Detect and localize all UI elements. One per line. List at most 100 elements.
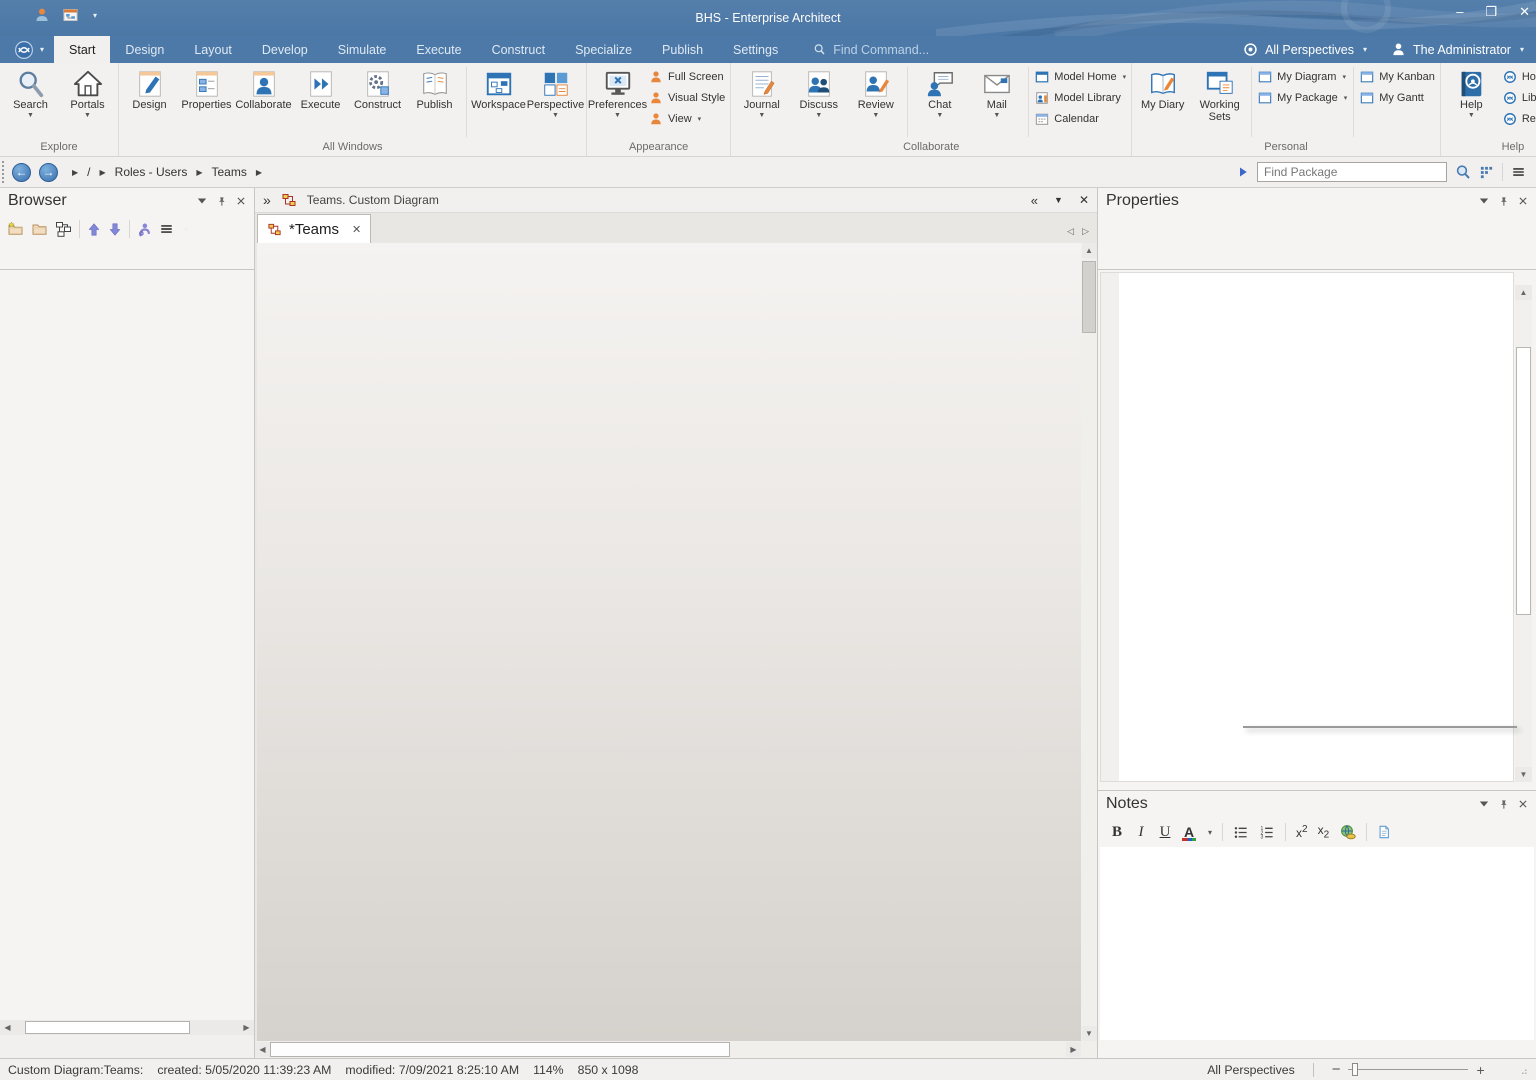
person-search-icon[interactable]	[137, 222, 151, 237]
zoom-slider-track[interactable]	[1348, 1069, 1468, 1070]
ribbon-tab-develop[interactable]: Develop	[247, 36, 323, 63]
ribbon-button-home-page[interactable]: Home Page	[1503, 69, 1536, 85]
ribbon-button-properties[interactable]: Properties	[178, 64, 235, 111]
minimize-button[interactable]: –	[1456, 4, 1463, 20]
properties-pin-icon[interactable]	[1498, 195, 1509, 208]
find-package-input[interactable]	[1257, 162, 1447, 182]
resize-grip[interactable]: ⣠	[1521, 1064, 1528, 1075]
underline-button[interactable]: U	[1158, 824, 1172, 841]
scroll-up-icon[interactable]: ▲	[1082, 243, 1097, 258]
italic-button[interactable]: I	[1134, 824, 1148, 841]
hierarchy-icon[interactable]	[55, 221, 72, 237]
ribbon-button-my-diagram[interactable]: My Diagram▾	[1258, 69, 1347, 85]
ribbon-button-journal[interactable]: Journal▼	[733, 64, 790, 120]
ribbon-button-my-diary[interactable]: My Diary	[1134, 64, 1191, 111]
ribbon-button-search[interactable]: Search▼	[2, 64, 59, 120]
font-color-button[interactable]: A	[1182, 824, 1196, 840]
canvas-hscroll-thumb[interactable]	[270, 1042, 730, 1057]
navbar-menu-icon[interactable]	[1511, 165, 1526, 179]
breadcrumb-teams[interactable]: Teams	[212, 165, 247, 179]
canvas-vscroll-thumb[interactable]	[1082, 261, 1096, 333]
ribbon-button-construct[interactable]: Construct	[349, 64, 406, 111]
ribbon-button-preferences[interactable]: Preferences▼	[589, 64, 646, 120]
folder-new-icon[interactable]	[7, 221, 24, 237]
ribbon-button-publish[interactable]: Publish	[406, 64, 463, 111]
ribbon-button-visual-style[interactable]: Visual Style	[649, 90, 725, 106]
scroll-down-icon[interactable]: ▼	[1515, 767, 1532, 782]
ribbon-tab-layout[interactable]: Layout	[179, 36, 247, 63]
ribbon-button-portals[interactable]: Portals▼	[59, 64, 116, 120]
breadcrumb-item[interactable]: /	[87, 165, 90, 179]
properties-dropdown-icon[interactable]	[1479, 197, 1489, 205]
subscript-button[interactable]: x2	[1318, 823, 1330, 840]
ribbon-button-collaborate[interactable]: Collaborate	[235, 64, 292, 111]
notes-close-icon[interactable]	[1518, 799, 1528, 809]
ea-logo-menu[interactable]: ▾	[0, 36, 54, 63]
ribbon-button-execute[interactable]: Execute	[292, 64, 349, 111]
ribbon-tab-start[interactable]: Start	[54, 36, 110, 63]
ribbon-button-register[interactable]: Register	[1503, 111, 1536, 127]
ribbon-tab-specialize[interactable]: Specialize	[560, 36, 647, 63]
browser-hscroll-track[interactable]	[15, 1020, 239, 1035]
properties-close-icon[interactable]	[1518, 196, 1528, 206]
notes-editor[interactable]	[1100, 847, 1534, 1040]
ribbon-button-design[interactable]: Design	[121, 64, 178, 111]
folder-tb-icon[interactable]	[31, 221, 48, 237]
ribbon-button-model-library[interactable]: Model Library	[1035, 90, 1126, 106]
tab-nav-left-icon[interactable]: ◁	[1067, 226, 1074, 237]
diagram-tab-close-icon[interactable]: ✕	[352, 223, 361, 236]
ribbon-button-mail[interactable]: Mail▼	[968, 64, 1025, 120]
scroll-right-icon[interactable]: ▶	[239, 1020, 254, 1035]
ribbon-button-my-gantt[interactable]: My Gantt	[1360, 90, 1435, 106]
ribbon-button-perspective[interactable]: Perspective▼	[527, 64, 584, 120]
ribbon-button-my-kanban[interactable]: My Kanban	[1360, 69, 1435, 85]
browser-dropdown-icon[interactable]	[197, 197, 207, 205]
header-dropdown-icon[interactable]: ▼	[1054, 195, 1063, 205]
properties-scroll-thumb[interactable]	[1516, 347, 1531, 615]
ribbon-button-help[interactable]: Help▼	[1443, 64, 1500, 120]
status-perspectives[interactable]: All Perspectives	[1207, 1063, 1294, 1077]
ribbon-button-libraries[interactable]: Libraries▾	[1503, 90, 1536, 106]
nav-forward-button[interactable]: →	[39, 163, 58, 182]
notes-pin-icon[interactable]	[1498, 798, 1509, 811]
dropdown-caret-icon[interactable]: ▾	[184, 225, 188, 234]
ribbon-button-calendar[interactable]: Calendar	[1035, 111, 1126, 127]
ribbon-button-full-screen[interactable]: Full Screen	[649, 69, 725, 85]
hyperlink-globe-button[interactable]	[1339, 824, 1356, 840]
tab-nav-right-icon[interactable]: ▷	[1082, 226, 1089, 237]
ribbon-tab-construct[interactable]: Construct	[477, 36, 561, 63]
browser-close-icon[interactable]	[236, 196, 246, 206]
maximize-button[interactable]: ❒	[1485, 4, 1497, 20]
close-button[interactable]: ✕	[1519, 4, 1530, 20]
arrow-down-icon[interactable]	[108, 222, 122, 237]
superscript-button[interactable]: x2	[1296, 824, 1308, 840]
scroll-up-icon[interactable]: ▲	[1515, 285, 1532, 300]
ribbon-button-model-home[interactable]: Model Home▾	[1035, 69, 1126, 85]
zoom-out-button[interactable]: −	[1332, 1061, 1341, 1078]
bold-button[interactable]: B	[1110, 824, 1124, 841]
ribbon-tab-execute[interactable]: Execute	[401, 36, 476, 63]
notes-dropdown-icon[interactable]	[1479, 800, 1489, 808]
arrow-up-icon[interactable]	[87, 222, 101, 237]
package-list-icon[interactable]	[1479, 165, 1494, 180]
font-color-caret-icon[interactable]: ▾	[1208, 828, 1212, 837]
zoom-in-button[interactable]: +	[1476, 1062, 1484, 1078]
browser-hscroll-thumb[interactable]	[25, 1021, 190, 1034]
scroll-left-icon[interactable]: ◀	[255, 1042, 270, 1057]
browser-pin-icon[interactable]	[216, 195, 227, 208]
diagram-tab-teams[interactable]: *Teams ✕	[257, 214, 371, 243]
ribbon-button-workspace[interactable]: Workspace	[470, 64, 527, 111]
header-close-icon[interactable]: ✕	[1079, 193, 1089, 207]
ribbon-button-chat[interactable]: Chat▼	[911, 64, 968, 120]
scroll-down-icon[interactable]: ▼	[1082, 1026, 1097, 1041]
bullet-list-button[interactable]	[1233, 825, 1249, 840]
ribbon-button-discuss[interactable]: Discuss▼	[790, 64, 847, 120]
ribbon-tab-publish[interactable]: Publish	[647, 36, 718, 63]
hamburger-icon[interactable]	[158, 222, 175, 236]
find-package-search-icon[interactable]	[1455, 164, 1471, 180]
nav-back-button[interactable]: ←	[12, 163, 31, 182]
ribbon-tab-design[interactable]: Design	[110, 36, 179, 63]
numbered-list-button[interactable]: 123	[1259, 825, 1275, 840]
ribbon-tab-simulate[interactable]: Simulate	[323, 36, 402, 63]
all-perspectives-button[interactable]: All Perspectives	[1265, 43, 1354, 57]
